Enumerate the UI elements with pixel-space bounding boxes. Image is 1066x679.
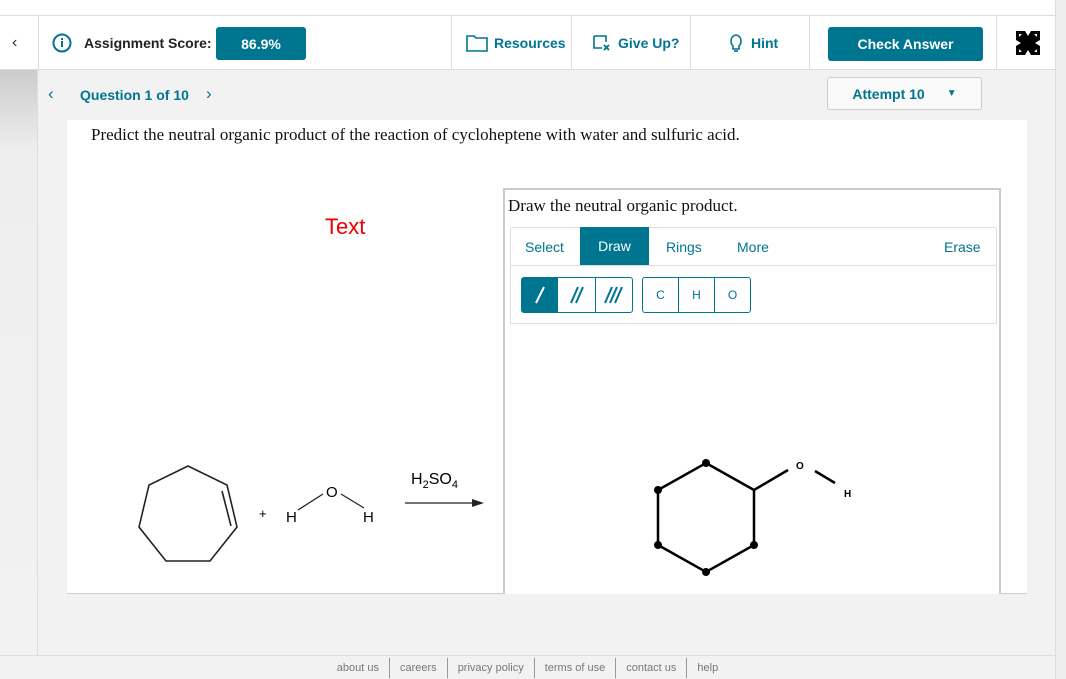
tab-select[interactable]: Select <box>525 228 564 265</box>
double-bond-tool[interactable] <box>558 277 596 313</box>
water-o: O <box>326 484 338 501</box>
water-h1: H <box>286 509 297 526</box>
footer-link-careers[interactable]: careers <box>389 657 447 678</box>
footer-link-contact[interactable]: contact us <box>615 657 686 678</box>
tab-more[interactable]: More <box>737 228 769 265</box>
footer: about us careers privacy policy terms of… <box>0 655 1055 679</box>
drawing-panel-title: Draw the neutral organic product. <box>508 196 738 215</box>
footer-link-help[interactable]: help <box>686 657 728 678</box>
footer-link-privacy[interactable]: privacy policy <box>446 657 534 678</box>
plus-sign: + <box>259 506 267 521</box>
draw-toolbar: C H O <box>510 265 997 324</box>
water-bond-2 <box>340 493 365 509</box>
reagent-h2so4: H2SO4 <box>411 471 458 491</box>
erase-button[interactable]: Erase <box>944 228 981 265</box>
tab-rings[interactable]: Rings <box>666 228 702 265</box>
atom-h-button[interactable]: H <box>678 277 715 313</box>
water-bond-1 <box>297 493 324 511</box>
cycloheptene-ring <box>138 465 238 562</box>
atom-o-button[interactable]: O <box>714 277 751 313</box>
water-h2: H <box>363 509 374 526</box>
triple-bond-tool[interactable] <box>595 277 633 313</box>
footer-link-terms[interactable]: terms of use <box>533 657 616 678</box>
drawing-tabs: Select Draw Rings More Erase <box>510 227 997 266</box>
arrow-head <box>472 499 484 507</box>
tab-draw[interactable]: Draw <box>580 227 649 265</box>
footer-link-about[interactable]: about us <box>327 658 389 678</box>
atom-c-button[interactable]: C <box>642 277 679 313</box>
single-bond-tool[interactable] <box>521 277 559 313</box>
